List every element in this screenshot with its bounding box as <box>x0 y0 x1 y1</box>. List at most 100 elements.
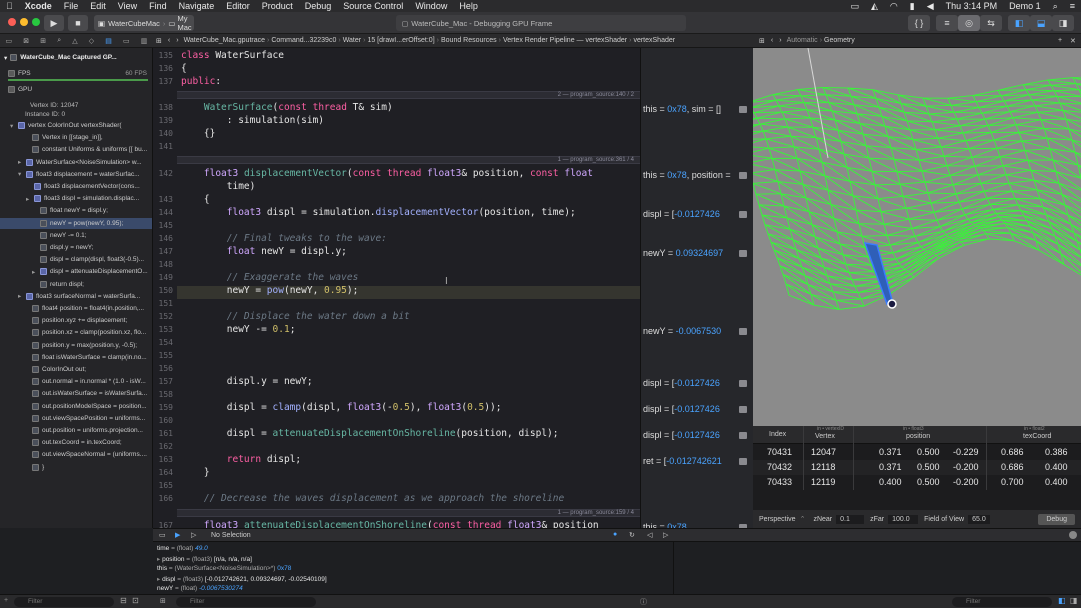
value-annotation[interactable]: newY = 0.09324697 <box>643 248 723 258</box>
scheme-selector[interactable]: ▣ WaterCubeMac › ▭ My Mac <box>94 14 194 32</box>
mesh-render[interactable] <box>753 48 1081 426</box>
disclosure-open-icon[interactable]: ▾ <box>18 170 26 178</box>
navigator-row[interactable]: newY -= 0.1; <box>0 230 152 241</box>
crumb-trace[interactable]: WaterCube_Mac.gputrace <box>182 37 267 44</box>
navigator-row[interactable]: out.isWaterSurface = isWaterSurfa... <box>0 388 152 399</box>
quick-look-icon[interactable] <box>739 458 747 465</box>
value-annotation[interactable]: displ = [-0.0127426 <box>643 404 720 414</box>
value-annotation[interactable]: displ = [-0.0127426 <box>643 209 720 219</box>
navigator-row[interactable]: ColorInOut out; <box>0 364 152 375</box>
col-texcoord[interactable]: texCoord <box>1023 433 1051 440</box>
navigator-row[interactable]: constant Uniforms & uniforms [[ bu... <box>0 144 152 155</box>
menu-product[interactable]: Product <box>256 1 299 11</box>
disclosure-open-icon[interactable]: ▾ <box>10 122 18 130</box>
stop-button[interactable]: ■ <box>68 15 88 31</box>
navigator-row[interactable]: position.xyz += displacement; <box>0 315 152 326</box>
grid-icon[interactable]: ⊞ <box>153 37 165 45</box>
hide-debug-icon[interactable]: ▭ <box>159 531 166 539</box>
navigator-row[interactable]: float4 position = float4(in.position,... <box>0 303 152 314</box>
quick-look-icon[interactable] <box>739 172 747 179</box>
filter-options-icon[interactable]: ⊟ <box>120 596 127 605</box>
quick-look-icon[interactable] <box>739 406 747 413</box>
battery-icon[interactable]: ▮ <box>904 1 921 12</box>
navigator-row[interactable]: ▸ displ = attenuateDisplacementO... <box>0 266 152 277</box>
test-icon[interactable]: ◇ <box>89 37 94 45</box>
navigator-row[interactable]: out.texCoord = in.texCoord; <box>0 437 152 448</box>
navigator-row[interactable]: return displ; <box>0 279 152 290</box>
debug-separator-1[interactable]: 2 — program_source:140 / 2 <box>177 91 640 99</box>
menu-window[interactable]: Window <box>409 1 453 11</box>
breakpoints-icon[interactable]: ▶ <box>175 531 180 539</box>
navigator-row[interactable]: displ.y = newY; <box>0 242 152 253</box>
quick-look-icon[interactable] <box>739 380 747 387</box>
frame-capture-icon[interactable]: ● <box>613 531 617 538</box>
fov-field[interactable]: 65.0 <box>968 514 990 524</box>
step-back-icon[interactable]: ◁ <box>647 531 652 539</box>
menu-edit[interactable]: Edit <box>84 1 112 11</box>
variable-row[interactable]: ▸ position = (float3) [n/a, n/a, n/a] <box>157 555 252 563</box>
debug-button[interactable]: Debug <box>1038 513 1075 525</box>
forward-arrow-icon-right[interactable]: › <box>776 37 784 44</box>
debug-navigator-icon[interactable]: ▤ <box>105 37 112 45</box>
minimize-window-button[interactable] <box>20 18 28 26</box>
menu-file[interactable]: File <box>58 1 85 11</box>
quick-look-icon[interactable] <box>739 328 747 335</box>
navigator-row[interactable]: float newY = displ.y; <box>0 205 152 216</box>
navigator-row[interactable]: float isWaterSurface = clamp(in.no... <box>0 352 152 363</box>
navigator-row[interactable]: out.viewSpacePosition = uniforms... <box>0 413 152 424</box>
disclosure-closed-icon[interactable]: ▸ <box>26 195 34 203</box>
navigator-row[interactable]: out.positionModelSpace = position... <box>0 401 152 412</box>
volume-icon[interactable]: ◀ <box>921 1 940 12</box>
quick-look-icon[interactable] <box>739 432 747 439</box>
value-annotation[interactable]: this = 0x78, position = <box>643 170 731 180</box>
console-filter-field[interactable]: Filter <box>952 597 1052 607</box>
selected-vertex[interactable] <box>887 299 897 309</box>
navigator-filter-field[interactable]: Filter <box>14 597 114 607</box>
disclosure-closed-icon[interactable]: ▸ <box>18 158 26 166</box>
variable-row[interactable]: this = (WaterSurface<NoiseSimulation>*) … <box>157 565 291 572</box>
pause-icon[interactable]: ▷ <box>191 531 196 539</box>
geometry-viewer[interactable] <box>753 48 1081 426</box>
symbol-icon[interactable]: ⊞ <box>40 37 46 45</box>
navigator-row[interactable]: out.viewSpaceNormal = (uniforms.... <box>0 449 152 460</box>
zfar-field[interactable]: 100.0 <box>888 514 919 524</box>
close-editor-icon[interactable]: ✕ <box>1070 37 1076 45</box>
navigator-row[interactable]: out.position = uniforms.projection... <box>0 425 152 436</box>
navigator-row[interactable]: Vertex in [[stage_in]], <box>0 132 152 143</box>
crumb-command[interactable]: Command...32239c0 <box>269 37 338 44</box>
navigator-row[interactable]: ▸ WaterSurface<NoiseSimulation> w... <box>0 157 152 168</box>
reload-icon[interactable]: ↻ <box>629 531 635 539</box>
toggle-debug-area-button[interactable]: ⬓ <box>1030 15 1052 31</box>
menu-source-control[interactable]: Source Control <box>337 1 409 11</box>
back-arrow-icon[interactable]: ‹ <box>165 37 173 44</box>
disclosure-closed-icon[interactable]: ▸ <box>32 268 40 276</box>
crumb-bound-resources[interactable]: Bound Resources <box>439 37 499 44</box>
apple-menu-icon[interactable]:  <box>0 1 19 11</box>
projection-select[interactable]: Perspective <box>759 516 796 523</box>
grid-icon-right[interactable]: ⊞ <box>756 37 768 45</box>
breakpoint-icon[interactable]: ▭ <box>123 37 130 45</box>
disclosure-closed-icon[interactable]: ▸ <box>18 292 26 300</box>
close-window-button[interactable] <box>8 18 16 26</box>
navigator-row[interactable]: position.y = max(position.y, -0.5); <box>0 340 152 351</box>
navigator-row[interactable]: ▾ float3 displacement = waterSurfac... <box>0 169 152 180</box>
menu-help[interactable]: Help <box>453 1 484 11</box>
crumb-draw[interactable]: 15 [drawI...erOffset:0] <box>365 37 436 44</box>
col-index[interactable]: Index <box>769 431 786 438</box>
value-annotation[interactable]: displ = [-0.0127426 <box>643 430 720 440</box>
value-annotation[interactable]: newY = -0.0067530 <box>643 326 721 336</box>
issue-icon[interactable]: △ <box>72 37 77 45</box>
library-button[interactable]: { } <box>908 15 930 31</box>
spotlight-icon[interactable]: ⌕ <box>1047 1 1064 12</box>
menu-editor[interactable]: Editor <box>220 1 256 11</box>
debug-separator-3[interactable]: 1 — program_source:159 / 4 <box>177 509 640 517</box>
variable-row[interactable]: newY = (float) -0.0067530274 <box>157 585 243 592</box>
folder-icon[interactable]: ▭ <box>6 37 13 45</box>
quick-look-icon[interactable] <box>739 106 747 113</box>
find-icon[interactable]: ⌕ <box>57 37 61 45</box>
add-icon[interactable]: + <box>4 597 8 604</box>
version-editor-button[interactable]: ⇆ <box>980 15 1002 31</box>
toggle-navigator-button[interactable]: ◧ <box>1008 15 1030 31</box>
options-icon[interactable] <box>1069 531 1077 539</box>
navigator-row[interactable]: out.normal = in.normal * (1.0 - isW... <box>0 376 152 387</box>
